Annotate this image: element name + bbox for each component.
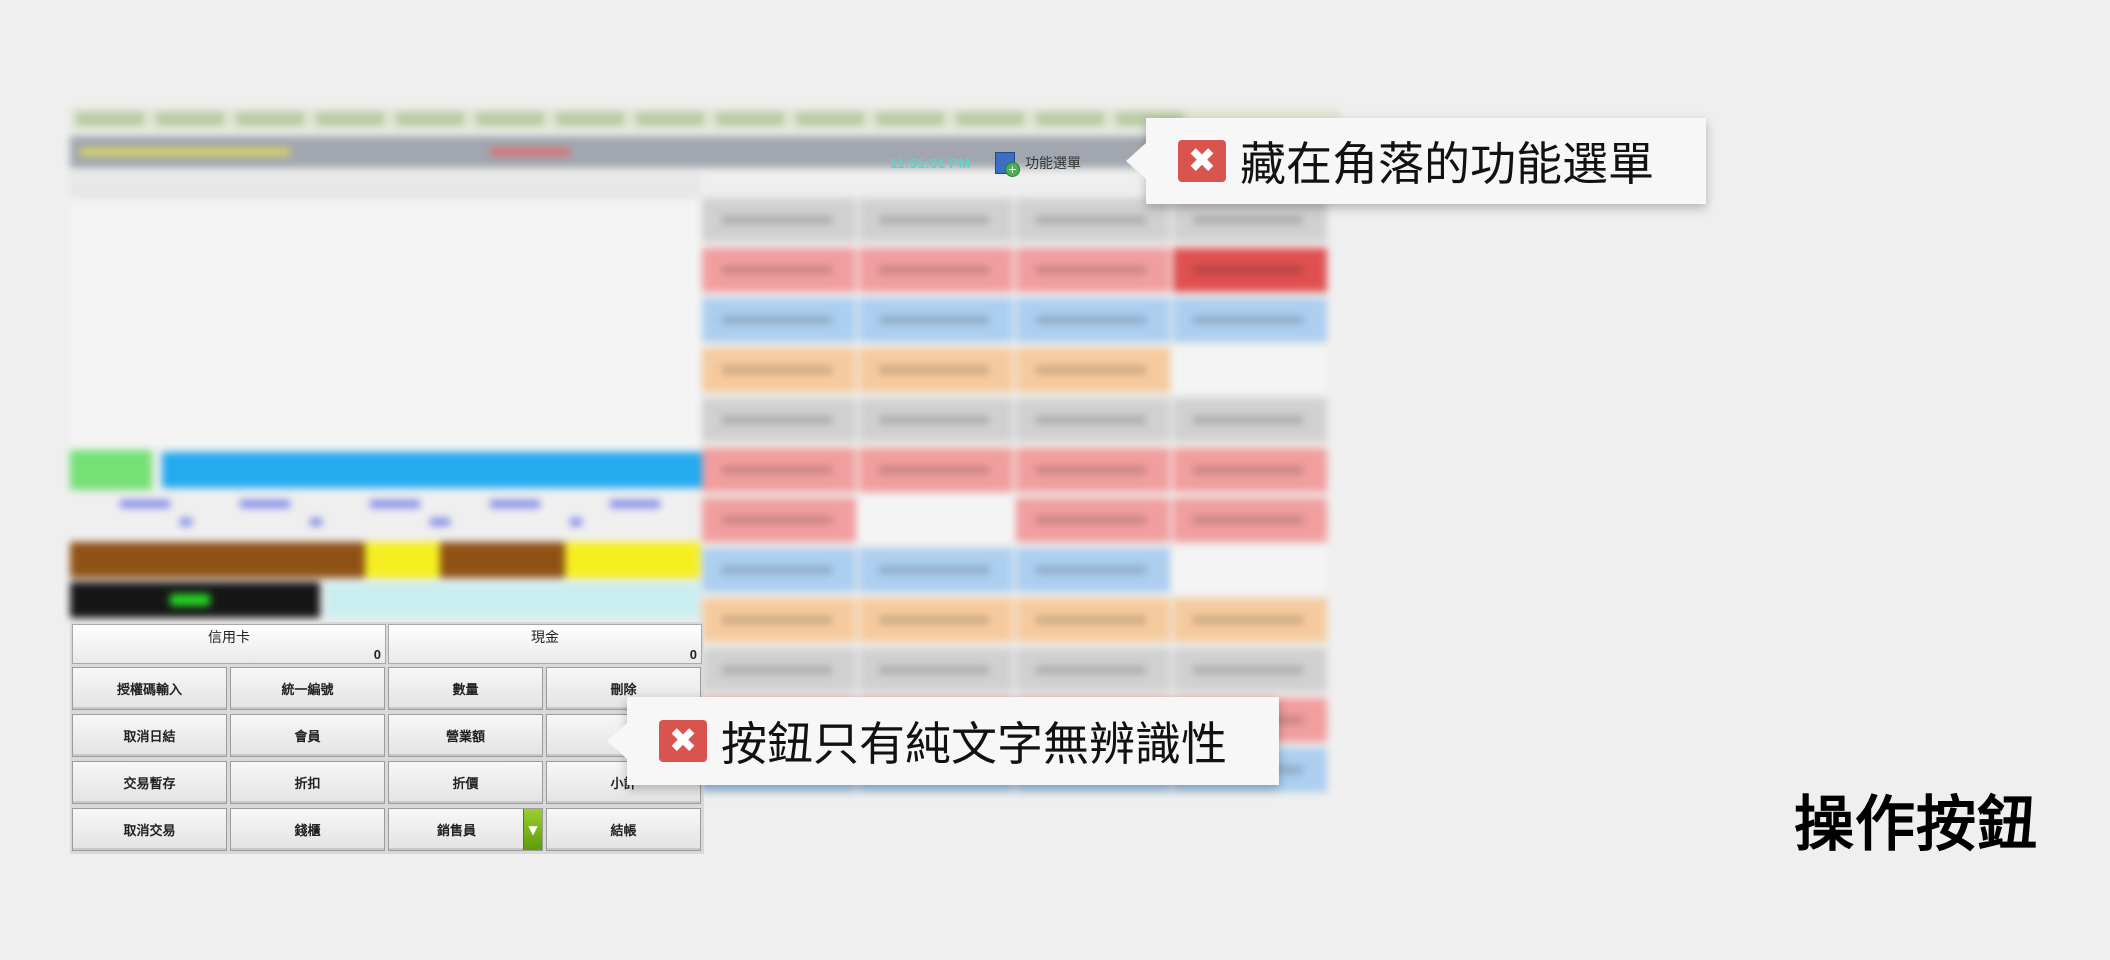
member-button[interactable]: 會員 (230, 714, 385, 757)
button-label: 營業額 (445, 730, 485, 745)
product-cell (1016, 498, 1170, 542)
product-cell (1016, 348, 1170, 392)
button-label: 刪除 (610, 683, 637, 698)
revenue-button[interactable]: 營業額 (388, 714, 543, 757)
cancel-transaction-button[interactable]: 取消交易 (72, 808, 227, 851)
product-cell (1016, 448, 1170, 492)
cash-field[interactable]: 現金 0 (388, 624, 702, 664)
product-cell (1173, 198, 1327, 242)
item-list (70, 198, 700, 448)
cash-amount: 0 (689, 647, 697, 662)
salesperson-select[interactable]: 銷售員 ▼ (388, 808, 543, 851)
product-cell (859, 548, 1013, 592)
quantity-button[interactable]: 數量 (388, 667, 543, 710)
annotation-corner-menu: ✖ 藏在角落的功能選單 (1126, 118, 1706, 204)
auth-code-button[interactable]: 授權碼輸入 (72, 667, 227, 710)
status-box (70, 450, 152, 490)
link-row (70, 496, 700, 530)
product-cell (1016, 248, 1170, 292)
annotation-text: 按鈕只有純文字無辨識性 (721, 717, 1227, 771)
product-cell (702, 448, 856, 492)
product-cell (859, 398, 1013, 442)
product-cell (1173, 248, 1327, 292)
product-cell (702, 548, 856, 592)
button-label: 銷售員 (437, 824, 477, 839)
input-bar (162, 452, 702, 488)
close-icon: ✖ (1178, 140, 1226, 182)
annotation-text-only-buttons: ✖ 按鈕只有純文字無辨識性 (607, 697, 1279, 785)
product-cell (1173, 548, 1327, 592)
button-label: 結帳 (610, 824, 637, 839)
product-cell (1173, 448, 1327, 492)
product-cell (702, 348, 856, 392)
product-cell (702, 298, 856, 342)
credit-card-field[interactable]: 信用卡 0 (72, 624, 386, 664)
product-cell (702, 398, 856, 442)
annotation-text: 藏在角落的功能選單 (1240, 137, 1654, 191)
product-cell (1173, 498, 1327, 542)
close-icon: ✖ (659, 720, 707, 762)
clock: 11:51:31 PM (890, 155, 971, 171)
product-cell (859, 648, 1013, 692)
document-add-icon: + (993, 150, 1020, 177)
button-label: 數量 (452, 683, 479, 698)
product-cell (859, 598, 1013, 642)
cash-label: 現金 (531, 630, 559, 646)
discount-button[interactable]: 折扣 (230, 761, 385, 804)
product-cell (1016, 548, 1170, 592)
product-cell (1173, 598, 1327, 642)
product-cell (702, 598, 856, 642)
product-cell (1016, 298, 1170, 342)
function-menu-button[interactable]: + 功能選單 (993, 148, 1081, 178)
button-label: 取消日結 (123, 730, 176, 745)
product-cell (859, 348, 1013, 392)
checkout-button[interactable]: 結帳 (546, 808, 701, 851)
product-cell (702, 498, 856, 542)
product-cell (859, 198, 1013, 242)
button-label: 授權碼輸入 (116, 683, 182, 698)
total-bar (70, 542, 700, 578)
product-cell (1173, 398, 1327, 442)
hold-transaction-button[interactable]: 交易暫存 (72, 761, 227, 804)
credit-card-label: 信用卡 (208, 630, 250, 646)
product-cell (1016, 198, 1170, 242)
button-label: 會員 (294, 730, 321, 745)
product-cell (1016, 598, 1170, 642)
chevron-down-icon[interactable]: ▼ (523, 809, 542, 850)
button-label: 折價 (452, 777, 479, 792)
button-label: 折扣 (294, 777, 321, 792)
product-cell (859, 248, 1013, 292)
section-title: 操作按鈕 (1794, 790, 2038, 860)
product-cell (1173, 348, 1327, 392)
product-cell (1173, 648, 1327, 692)
product-cell (702, 248, 856, 292)
tax-id-button[interactable]: 統一編號 (230, 667, 385, 710)
button-label: 統一編號 (281, 683, 334, 698)
sales-display (70, 582, 320, 618)
product-cell (859, 298, 1013, 342)
product-cell (859, 448, 1013, 492)
credit-card-amount: 0 (373, 647, 381, 662)
product-cell (859, 498, 1013, 542)
change-display (325, 582, 700, 618)
function-menu-label: 功能選單 (1025, 156, 1081, 172)
cash-drawer-button[interactable]: 錢櫃 (230, 808, 385, 851)
product-cell (702, 648, 856, 692)
cancel-daily-close-button[interactable]: 取消日結 (72, 714, 227, 757)
button-label: 取消交易 (123, 824, 176, 839)
list-header (70, 174, 700, 197)
button-label: 錢櫃 (294, 824, 321, 839)
price-off-button[interactable]: 折價 (388, 761, 543, 804)
button-label: 交易暫存 (123, 777, 176, 792)
product-cell (1016, 398, 1170, 442)
product-cell (1016, 648, 1170, 692)
product-cell (1173, 298, 1327, 342)
product-cell (702, 198, 856, 242)
